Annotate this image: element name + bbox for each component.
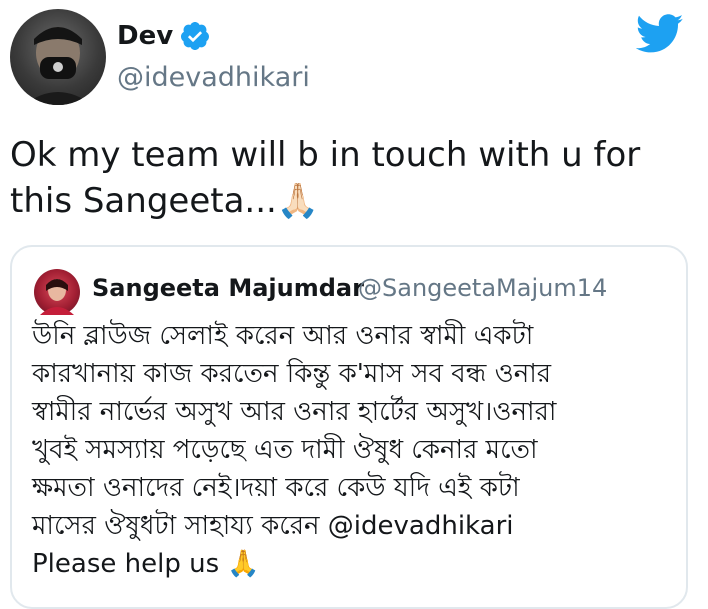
profile-photo-icon	[24, 27, 92, 105]
quoted-tweet-text: উনি ব্লাউজ সেলাই করেন আর ওনার স্বামী একট…	[32, 317, 672, 583]
tweet-line-2: this Sangeeta...🙏🏻	[10, 178, 700, 224]
quoted-author-avatar[interactable]	[34, 269, 80, 315]
quoted-line: খুবই সমস্যায় পড়েছে এত দামী ঔষুধ কেনার …	[32, 435, 538, 465]
author-name-row[interactable]: Dev	[117, 20, 211, 52]
tweet-text: Ok my team will b in touch with u for th…	[10, 132, 700, 224]
quoted-line: মাসের ঔষুধটা সাহায্য করেন @idevadhikari	[32, 511, 514, 541]
quoted-line: কারখানায় কাজ করতেন কিন্তু ক'মাস সব বন্ধ…	[32, 359, 552, 389]
quoted-line: Please help us 🙏	[32, 549, 260, 579]
quoted-line: উনি ব্লাউজ সেলাই করেন আর ওনার স্বামী একট…	[32, 321, 534, 351]
tweet-line-2-text: this Sangeeta...	[10, 181, 277, 221]
quoted-author-name[interactable]: Sangeeta Majumdar	[92, 274, 364, 302]
folded-hands-emoji: 🙏🏻	[276, 181, 320, 221]
tweet-line-1: Ok my team will b in touch with u for	[10, 135, 641, 175]
quoted-author-handle[interactable]: @SangeetaMajum14	[358, 274, 607, 302]
quoted-line: স্বামীর নার্ভের অসুখ আর ওনার হার্টের অসু…	[32, 397, 557, 427]
author-name[interactable]: Dev	[117, 21, 173, 51]
author-handle[interactable]: @idevadhikari	[117, 62, 310, 93]
quoted-tweet-card[interactable]: Sangeeta Majumdar @SangeetaMajum14 উনি ব…	[10, 245, 688, 609]
quoted-line: ক্ষমতা ওনাদের নেই।দয়া করে কেউ যদি এই কট…	[32, 473, 520, 503]
profile-photo-icon	[40, 279, 74, 315]
twitter-bird-icon[interactable]	[636, 14, 684, 54]
author-avatar[interactable]	[10, 9, 106, 105]
verified-badge-icon	[181, 22, 210, 50]
